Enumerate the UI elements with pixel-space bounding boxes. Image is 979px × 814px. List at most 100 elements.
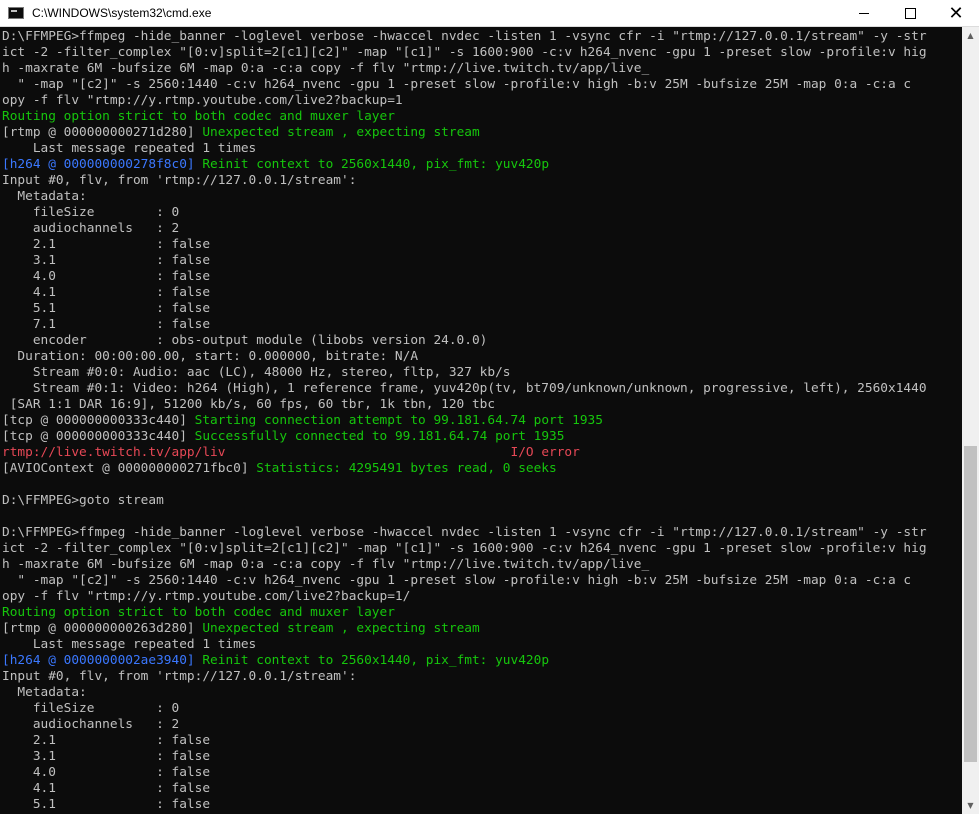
console-text: [tcp @ 000000000333c440]	[2, 429, 195, 444]
console-text: [rtmp @ 000000000271d280]	[2, 125, 203, 140]
console-line: ict -2 -filter_complex "[0:v]split=2[c1]…	[2, 45, 962, 61]
scrollbar-thumb[interactable]	[964, 446, 977, 762]
console-line: Last message repeated 1 times	[2, 637, 962, 653]
console-line: 4.0 : false	[2, 765, 962, 781]
console-line: Duration: 00:00:00.00, start: 0.000000, …	[2, 349, 962, 365]
console-line: rtmp://live.twitch.tv/app/liv I/O error	[2, 445, 962, 461]
console-text: 4.1 : false	[2, 285, 211, 300]
console-line: 7.1 : false	[2, 317, 962, 333]
console-line: 3.1 : false	[2, 749, 962, 765]
console-line: " -map "[c2]" -s 2560:1440 -c:v h264_nve…	[2, 573, 962, 589]
console-line: 5.1 : false	[2, 797, 962, 813]
console-output[interactable]: D:\FFMPEG>ffmpeg -hide_banner -loglevel …	[0, 27, 962, 814]
console-text: h -maxrate 6M -bufsize 6M -map 0:a -c:a …	[2, 61, 650, 76]
console-text: audiochannels : 2	[2, 221, 180, 236]
console-text: Last message repeated 1 times	[2, 637, 257, 652]
console-text: [tcp @ 000000000333c440]	[2, 413, 195, 428]
console-text: audiochannels : 2	[2, 717, 180, 732]
console-line: " -map "[c2]" -s 2560:1440 -c:v h264_nve…	[2, 77, 962, 93]
console-text: Metadata:	[2, 685, 87, 700]
console-line: Input #0, flv, from 'rtmp://127.0.0.1/st…	[2, 173, 962, 189]
console-text: opy -f flv "rtmp://y.rtmp.youtube.com/li…	[2, 93, 403, 108]
console-line: D:\FFMPEG>goto stream	[2, 493, 962, 509]
console-line: Routing option strict to both codec and …	[2, 109, 962, 125]
console-text: Statistics: 4295491 bytes read, 0 seeks	[256, 461, 557, 476]
console-text: [h264 @ 0000000002ae3940]	[2, 653, 203, 668]
console-line: [rtmp @ 000000000271d280] Unexpected str…	[2, 125, 962, 141]
console-line: [tcp @ 000000000333c440] Starting connec…	[2, 413, 962, 429]
cmd-window: C:\WINDOWS\system32\cmd.exe ✕ D:\FFMPEG>…	[0, 0, 979, 814]
console-text: opy -f flv "rtmp://y.rtmp.youtube.com/li…	[2, 589, 411, 604]
console-text: 4.0 : false	[2, 269, 211, 284]
console-line: [h264 @ 0000000002ae3940] Reinit context…	[2, 653, 962, 669]
console-text: 4.0 : false	[2, 765, 211, 780]
console-text: fileSize : 0	[2, 701, 180, 716]
console-line: Metadata:	[2, 189, 962, 205]
console-text: Reinit context to 2560x1440, pix_fmt: yu…	[202, 157, 550, 172]
console-text: ict -2 -filter_complex "[0:v]split=2[c1]…	[2, 45, 927, 60]
console-text: Duration: 00:00:00.00, start: 0.000000, …	[2, 349, 419, 364]
window-title: C:\WINDOWS\system32\cmd.exe	[32, 6, 212, 20]
minimize-button[interactable]	[841, 0, 887, 26]
console-line: D:\FFMPEG>ffmpeg -hide_banner -loglevel …	[2, 525, 962, 541]
console-line: ict -2 -filter_complex "[0:v]split=2[c1]…	[2, 541, 962, 557]
console-line: [rtmp @ 000000000263d280] Unexpected str…	[2, 621, 962, 637]
console-line: fileSize : 0	[2, 205, 962, 221]
console-text: 4.1 : false	[2, 781, 211, 796]
console-line: 4.0 : false	[2, 269, 962, 285]
console-line: Stream #0:0: Audio: aac (LC), 48000 Hz, …	[2, 365, 962, 381]
console-text: [SAR 1:1 DAR 16:9], 51200 kb/s, 60 fps, …	[2, 397, 496, 412]
console-text: 3.1 : false	[2, 253, 211, 268]
console-text: Successfully connected to 99.181.64.74 p…	[194, 429, 565, 444]
console-line: h -maxrate 6M -bufsize 6M -map 0:a -c:a …	[2, 557, 962, 573]
console-line: audiochannels : 2	[2, 717, 962, 733]
console-text: Last message repeated 1 times	[2, 141, 257, 156]
console-text: rtmp://live.twitch.tv/app/liv	[2, 445, 226, 460]
console-text: D:\FFMPEG>ffmpeg -hide_banner -loglevel …	[2, 525, 927, 540]
vertical-scrollbar[interactable]: ▲ ▼	[962, 27, 979, 814]
console-line: 4.1 : false	[2, 781, 962, 797]
console-line: [h264 @ 000000000278f8c0] Reinit context…	[2, 157, 962, 173]
console-line: [AVIOContext @ 000000000271fbc0] Statist…	[2, 461, 962, 477]
console-text: fileSize : 0	[2, 205, 180, 220]
console-text: h -maxrate 6M -bufsize 6M -map 0:a -c:a …	[2, 557, 650, 572]
console-line: opy -f flv "rtmp://y.rtmp.youtube.com/li…	[2, 93, 962, 109]
console-text: 7.1 : false	[2, 317, 211, 332]
console-text: I/O error	[510, 445, 580, 460]
console-text: D:\FFMPEG>ffmpeg -hide_banner -loglevel …	[2, 29, 927, 44]
title-bar[interactable]: C:\WINDOWS\system32\cmd.exe ✕	[0, 0, 979, 27]
console-text: Unexpected stream , expecting stream	[202, 125, 480, 140]
console-line: Metadata:	[2, 685, 962, 701]
console-text: Input #0, flv, from 'rtmp://127.0.0.1/st…	[2, 669, 357, 684]
console-text: 2.1 : false	[2, 733, 211, 748]
close-button[interactable]: ✕	[933, 0, 979, 26]
console-line: Routing option strict to both codec and …	[2, 605, 962, 621]
console-text: Metadata:	[2, 189, 87, 204]
console-line: opy -f flv "rtmp://y.rtmp.youtube.com/li…	[2, 589, 962, 605]
console-text: Input #0, flv, from 'rtmp://127.0.0.1/st…	[2, 173, 357, 188]
console-line: Last message repeated 1 times	[2, 141, 962, 157]
console-text: Reinit context to 2560x1440, pix_fmt: yu…	[202, 653, 550, 668]
console-text: 5.1 : false	[2, 797, 211, 812]
console-text: 5.1 : false	[2, 301, 211, 316]
console-text: 2.1 : false	[2, 237, 211, 252]
console-text: [h264 @ 000000000278f8c0]	[2, 157, 203, 172]
console-text: Routing option strict to both codec and …	[2, 605, 395, 620]
console-text: " -map "[c2]" -s 2560:1440 -c:v h264_nve…	[2, 77, 912, 92]
console-text: Routing option strict to both codec and …	[2, 109, 395, 124]
console-line: 2.1 : false	[2, 733, 962, 749]
console-text: [AVIOContext @ 000000000271fbc0]	[2, 461, 257, 476]
console-line: [SAR 1:1 DAR 16:9], 51200 kb/s, 60 fps, …	[2, 397, 962, 413]
console-line: fileSize : 0	[2, 701, 962, 717]
scroll-down-arrow-icon[interactable]: ▼	[962, 797, 979, 814]
maximize-button[interactable]	[887, 0, 933, 26]
console-line: 3.1 : false	[2, 253, 962, 269]
console-text: [rtmp @ 000000000263d280]	[2, 621, 203, 636]
console-line: encoder : obs-output module (libobs vers…	[2, 333, 962, 349]
console-line: 5.1 : false	[2, 301, 962, 317]
console-line: [tcp @ 000000000333c440] Successfully co…	[2, 429, 962, 445]
scroll-up-arrow-icon[interactable]: ▲	[962, 27, 979, 44]
